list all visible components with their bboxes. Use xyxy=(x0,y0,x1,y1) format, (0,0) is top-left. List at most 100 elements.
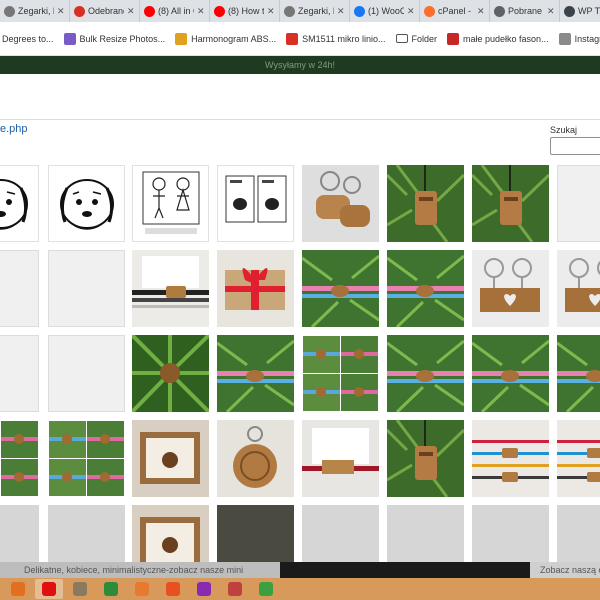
taskbar-button[interactable] xyxy=(252,579,280,599)
heart-keyring-2-thumb[interactable] xyxy=(557,250,600,327)
search-input[interactable] xyxy=(550,137,600,155)
t-logo-icon xyxy=(447,32,460,45)
pendant-on-grass-thumb[interactable] xyxy=(472,165,549,242)
placeholder-thumb[interactable] xyxy=(48,250,125,327)
partial-thumb[interactable] xyxy=(387,505,464,562)
folder-icon xyxy=(395,34,408,43)
close-tab-icon[interactable]: ✕ xyxy=(197,6,205,17)
placeholder-thumb[interactable] xyxy=(0,250,39,327)
shaggy-dog-sketch-thumb[interactable] xyxy=(48,165,125,242)
bookmark-item[interactable]: Harmonogram ABS... xyxy=(175,32,276,45)
bookmark-item[interactable]: Folder xyxy=(395,34,437,44)
birds-card-thumb[interactable] xyxy=(217,165,294,242)
bracelet-grass-thumb[interactable] xyxy=(557,335,600,412)
knot-pendant-thumb[interactable] xyxy=(387,420,464,497)
stick-couple-thumb[interactable] xyxy=(132,165,209,242)
pink-bracelet-thumb[interactable] xyxy=(217,335,294,412)
browser-tab[interactable]: WP T✕ xyxy=(560,0,600,22)
bookmark-item[interactable]: małe pudełko fason... xyxy=(447,32,549,45)
bracelets-card-thumb[interactable] xyxy=(472,420,549,497)
plain-dark-image xyxy=(217,505,294,562)
card-red-image xyxy=(302,420,379,497)
bracelets-card-image xyxy=(472,420,549,497)
bracelets-grass-thumb[interactable] xyxy=(302,250,379,327)
footer-text-left[interactable]: Delikatne, kobiece, minimalistyczne-zoba… xyxy=(0,562,280,578)
bracelets-green-image xyxy=(387,335,464,412)
taskbar-button[interactable] xyxy=(35,579,63,599)
close-tab-icon[interactable]: ✕ xyxy=(407,6,415,17)
tab-title: Pobrane pliki xyxy=(508,6,544,16)
media-grid xyxy=(0,165,600,562)
taskbar-button[interactable] xyxy=(97,579,125,599)
browser-tab[interactable]: Pobrane pliki✕ xyxy=(490,0,560,22)
heart-keyring-thumb[interactable] xyxy=(472,250,549,327)
taskbar-button[interactable] xyxy=(221,579,249,599)
paint-icon xyxy=(228,582,242,596)
opera-icon xyxy=(42,582,56,596)
cord-bracelet-thumb[interactable] xyxy=(387,335,464,412)
media-url-fragment[interactable]: e.php xyxy=(0,123,28,135)
gift-box-thumb[interactable] xyxy=(217,250,294,327)
close-tab-icon[interactable]: ✕ xyxy=(337,6,345,17)
tag-green-image xyxy=(387,165,464,242)
placeholder-thumb[interactable] xyxy=(0,335,39,412)
taskbar-button[interactable] xyxy=(159,579,187,599)
bracelets-green-image xyxy=(387,250,464,327)
close-tab-icon[interactable]: ✕ xyxy=(57,6,65,17)
bracelet-card-thumb[interactable] xyxy=(132,250,209,327)
close-tab-icon[interactable]: ✕ xyxy=(127,6,135,17)
tab-title: (1) WooComm xyxy=(368,6,404,16)
partial-thumb[interactable] xyxy=(48,505,125,562)
keyring-heart-image xyxy=(472,250,549,327)
bracelets-card-2-thumb[interactable] xyxy=(557,420,600,497)
tag-on-grass-thumb[interactable] xyxy=(387,165,464,242)
browser-tab[interactable]: cPanel - Główna✕ xyxy=(420,0,490,22)
keychain-image xyxy=(302,165,379,242)
browser-tab[interactable]: Zegarki, brać✕ xyxy=(0,0,70,22)
taskbar-button[interactable] xyxy=(190,579,218,599)
butterfly-bracelet-thumb[interactable] xyxy=(387,250,464,327)
tab-title: Odebrane (6) xyxy=(88,6,124,16)
browser-tab[interactable]: (8) How to Ch✕ xyxy=(210,0,280,22)
letter-card-thumb[interactable] xyxy=(302,420,379,497)
partial-thumb[interactable] xyxy=(302,505,379,562)
bead-bracelet-thumb[interactable] xyxy=(472,335,549,412)
partial-thumb[interactable] xyxy=(472,505,549,562)
brand-red-icon xyxy=(286,32,299,45)
close-tab-icon[interactable]: ✕ xyxy=(477,6,485,17)
partial-thumb[interactable] xyxy=(0,505,39,562)
close-tab-icon[interactable]: ✕ xyxy=(547,6,555,17)
placeholder-thumb[interactable] xyxy=(48,335,125,412)
taskbar-button[interactable] xyxy=(4,579,32,599)
plant-pendant-thumb[interactable] xyxy=(132,335,209,412)
footer-text-right[interactable]: Zobacz naszą o xyxy=(530,562,600,578)
taskbar-button[interactable] xyxy=(66,579,94,599)
bookmark-item[interactable]: Degrees to... xyxy=(2,34,54,44)
bookmark-item[interactable]: Bulk Resize Photos... xyxy=(63,32,165,45)
round-pendant-image xyxy=(217,420,294,497)
maps-icon xyxy=(135,582,149,596)
browser-tab[interactable]: (1) WooComm✕ xyxy=(350,0,420,22)
mixed-collage-thumb[interactable] xyxy=(0,420,39,497)
dog-sketch-thumb[interactable] xyxy=(0,165,39,242)
browser-tab[interactable]: (8) All in One✕ xyxy=(140,0,210,22)
calculator-icon xyxy=(104,582,118,596)
four-bracelets-thumb[interactable] xyxy=(48,420,125,497)
partial-thumb[interactable] xyxy=(217,505,294,562)
placeholder-thumb[interactable] xyxy=(557,165,600,242)
bracelet-collage-thumb[interactable] xyxy=(302,335,379,412)
browser-tab-strip: Zegarki, brać✕Odebrane (6)✕(8) All in On… xyxy=(0,0,600,22)
bookmark-item[interactable]: Instagram Photo D... xyxy=(558,32,600,45)
partial-thumb[interactable] xyxy=(132,505,209,562)
round-pendant-thumb[interactable] xyxy=(217,420,294,497)
browser-tab[interactable]: Odebrane (6)✕ xyxy=(70,0,140,22)
bookmark-item[interactable]: SM1511 mikro linio... xyxy=(286,32,386,45)
close-tab-icon[interactable]: ✕ xyxy=(267,6,275,17)
plain-gray-image xyxy=(387,505,464,562)
bone-keychain-thumb[interactable] xyxy=(302,165,379,242)
plain-gray-image xyxy=(302,505,379,562)
wooden-box-thumb[interactable] xyxy=(132,420,209,497)
browser-tab[interactable]: Zegarki, brać✕ xyxy=(280,0,350,22)
taskbar-button[interactable] xyxy=(128,579,156,599)
partial-thumb[interactable] xyxy=(557,505,600,562)
